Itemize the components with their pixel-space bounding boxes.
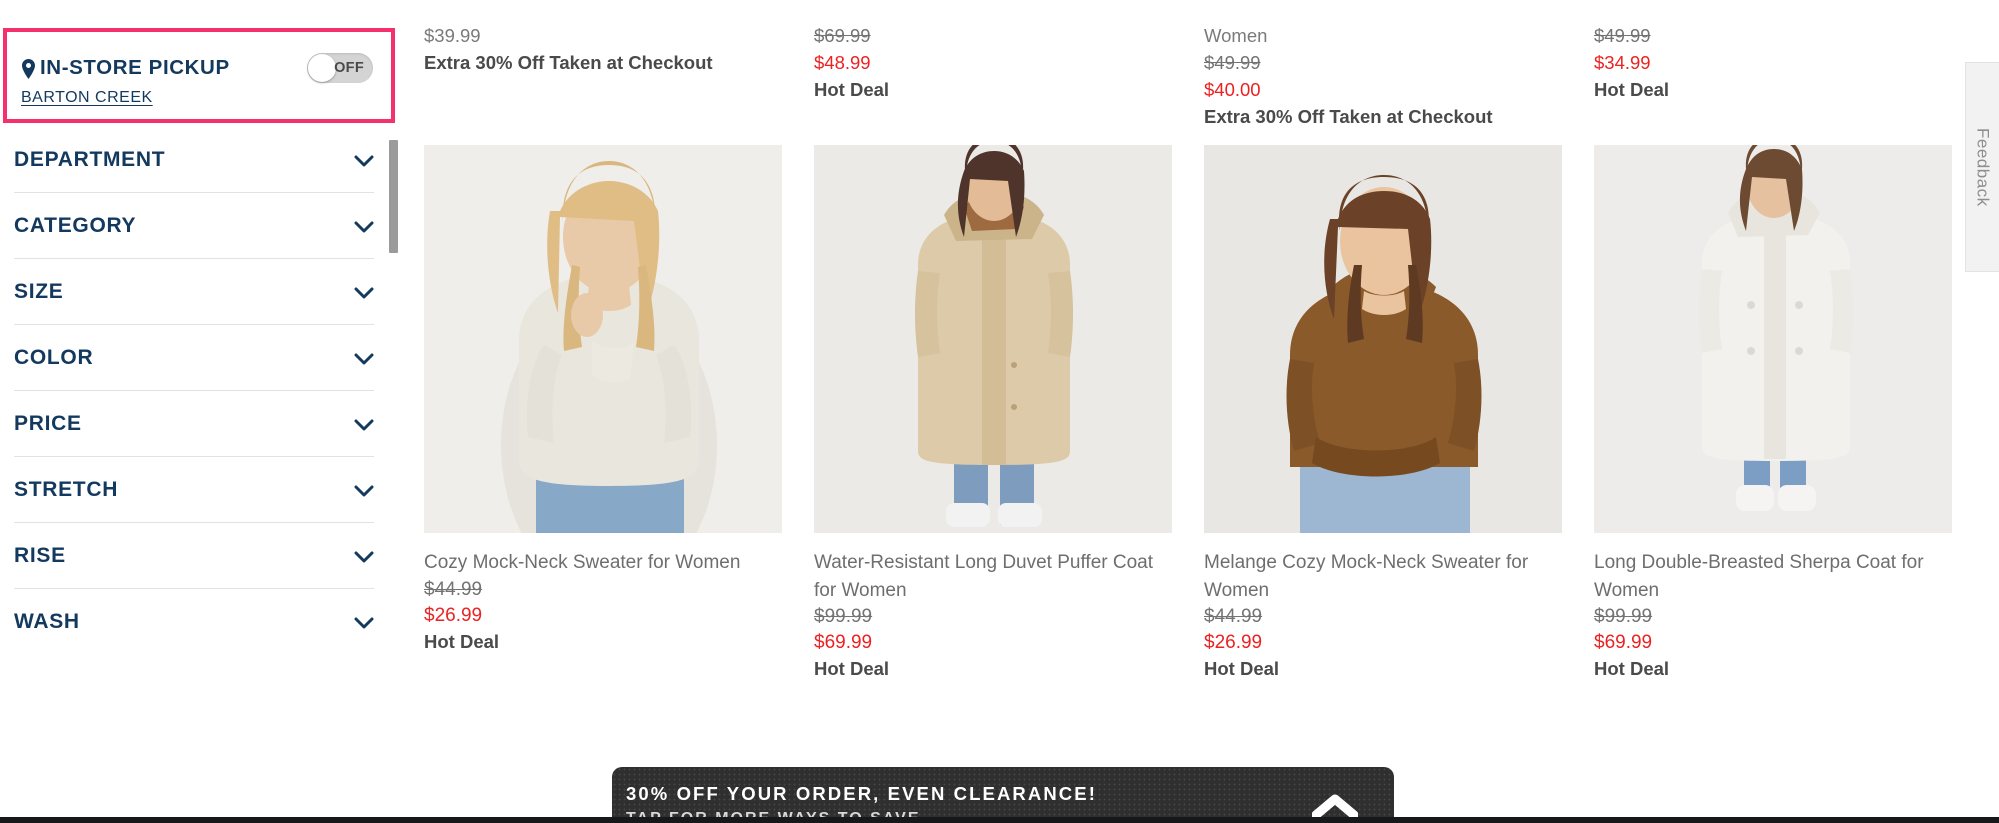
filter-label: RISE [14, 543, 66, 567]
location-pin-icon [21, 59, 36, 79]
previous-promo-text: Extra 30% Off Taken at Checkout [424, 52, 713, 73]
product-price-sale: $69.99 [1594, 632, 1653, 653]
previous-row-price-block: $39.99 Extra 30% Off Taken at Checkout [424, 0, 766, 145]
filter-label: DEPARTMENT [14, 147, 166, 171]
selected-store-link[interactable]: BARTON CREEK [21, 89, 153, 107]
previous-price-sale: $48.99 [814, 52, 871, 73]
promo-banner[interactable]: 30% OFF YOUR ORDER, EVEN CLEARANCE! TAP … [612, 767, 1394, 823]
product-name[interactable]: Melange Cozy Mock-Neck Sweater for Women [1204, 549, 1546, 604]
previous-row-price-block: $69.99 $48.99 Hot Deal [814, 0, 1156, 145]
product-price-original: $44.99 [424, 578, 483, 600]
filter-stretch[interactable]: STRETCH [14, 457, 374, 523]
chevron-up-icon[interactable] [1311, 793, 1359, 820]
product-name[interactable]: Long Double-Breasted Sherpa Coat for Wom… [1594, 549, 1936, 604]
product-image[interactable] [1204, 145, 1562, 533]
previous-price: $39.99 [424, 25, 481, 46]
product-deal-badge: Hot Deal [424, 630, 500, 652]
product-image[interactable] [424, 145, 782, 533]
filter-department[interactable]: DEPARTMENT [14, 127, 374, 193]
previous-name-fragment: Women [1204, 25, 1268, 46]
chevron-down-icon [354, 220, 374, 232]
product-image[interactable] [814, 145, 1172, 533]
chevron-down-icon [354, 484, 374, 496]
filter-label: STRETCH [14, 477, 119, 501]
previous-price-original: $49.99 [1594, 25, 1651, 46]
filter-wash[interactable]: WASH [14, 589, 374, 655]
filter-label: COLOR [14, 345, 94, 369]
product-price-original: $99.99 [1594, 606, 1653, 627]
product-name[interactable]: Water-Resistant Long Duvet Puffer Coat f… [814, 549, 1156, 604]
in-store-pickup-toggle[interactable]: OFF [307, 53, 373, 83]
product-deal-badge: Hot Deal [1594, 658, 1670, 679]
product-column: Women $49.99 $40.00 Extra 30% Off Taken … [1180, 0, 1570, 682]
previous-price-sale: $40.00 [1204, 79, 1261, 100]
chevron-down-icon [354, 616, 374, 629]
filter-label: CATEGORY [14, 213, 137, 237]
product-column: $39.99 Extra 30% Off Taken at Checkout C… [400, 0, 790, 655]
product-name[interactable]: Cozy Mock-Neck Sweater for Women [424, 549, 766, 577]
filter-sidebar: IN-STORE PICKUP OFF BARTON CREEK DEPARTM… [0, 0, 400, 823]
filter-label: WASH [14, 610, 80, 633]
product-price-sale: $69.99 [814, 632, 873, 653]
filter-label: SIZE [14, 279, 64, 303]
chevron-down-icon [354, 286, 374, 298]
feedback-label: Feedback [1973, 127, 1993, 207]
toggle-state-label: OFF [334, 60, 364, 76]
previous-price-original: $69.99 [814, 25, 871, 46]
filter-size[interactable]: SIZE [14, 259, 374, 325]
promo-headline: 30% OFF YOUR ORDER, EVEN CLEARANCE! [626, 783, 1097, 804]
browser-bottom-bar [0, 817, 1999, 823]
chevron-down-icon [354, 352, 374, 364]
filter-list: DEPARTMENT CATEGORY SIZE COLOR PRICE STR… [0, 127, 388, 655]
product-price-sale: $26.99 [424, 604, 483, 626]
chevron-down-icon [354, 154, 374, 166]
in-store-pickup-panel: IN-STORE PICKUP OFF BARTON CREEK [3, 28, 395, 123]
filter-price[interactable]: PRICE [14, 391, 374, 457]
product-price-sale: $26.99 [1204, 632, 1263, 653]
product-deal-badge: Hot Deal [814, 658, 890, 679]
in-store-pickup-row: IN-STORE PICKUP OFF [7, 32, 391, 83]
previous-promo-text: Extra 30% Off Taken at Checkout [1204, 106, 1493, 127]
chevron-down-icon [354, 550, 374, 562]
filter-category[interactable]: CATEGORY [14, 193, 374, 259]
previous-row-price-block: $49.99 $34.99 Hot Deal [1594, 0, 1936, 145]
previous-deal-badge: Hot Deal [1594, 79, 1670, 100]
previous-deal-badge: Hot Deal [814, 79, 890, 100]
product-price-original: $99.99 [814, 606, 873, 627]
product-column: $69.99 $48.99 Hot Deal Water-Resistant L… [790, 0, 1180, 682]
previous-price-sale: $34.99 [1594, 52, 1651, 73]
product-price-original: $44.99 [1204, 606, 1263, 627]
toggle-knob [308, 54, 336, 82]
sidebar-scrollbar-thumb[interactable] [389, 140, 398, 253]
previous-price-original: $49.99 [1204, 52, 1261, 73]
feedback-tab[interactable]: Feedback [1965, 62, 1999, 272]
filter-rise[interactable]: RISE [14, 523, 374, 589]
in-store-pickup-title: IN-STORE PICKUP [40, 56, 230, 79]
product-deal-badge: Hot Deal [1204, 658, 1280, 679]
product-column: $49.99 $34.99 Hot Deal Long Double-Breas… [1570, 0, 1960, 682]
chevron-down-icon [354, 418, 374, 430]
filter-label: PRICE [14, 411, 82, 435]
product-listing-page: IN-STORE PICKUP OFF BARTON CREEK DEPARTM… [0, 0, 1999, 823]
product-image[interactable] [1594, 145, 1952, 533]
filter-color[interactable]: COLOR [14, 325, 374, 391]
product-grid: $39.99 Extra 30% Off Taken at Checkout C… [400, 0, 1960, 823]
previous-row-price-block: Women $49.99 $40.00 Extra 30% Off Taken … [1204, 0, 1546, 145]
